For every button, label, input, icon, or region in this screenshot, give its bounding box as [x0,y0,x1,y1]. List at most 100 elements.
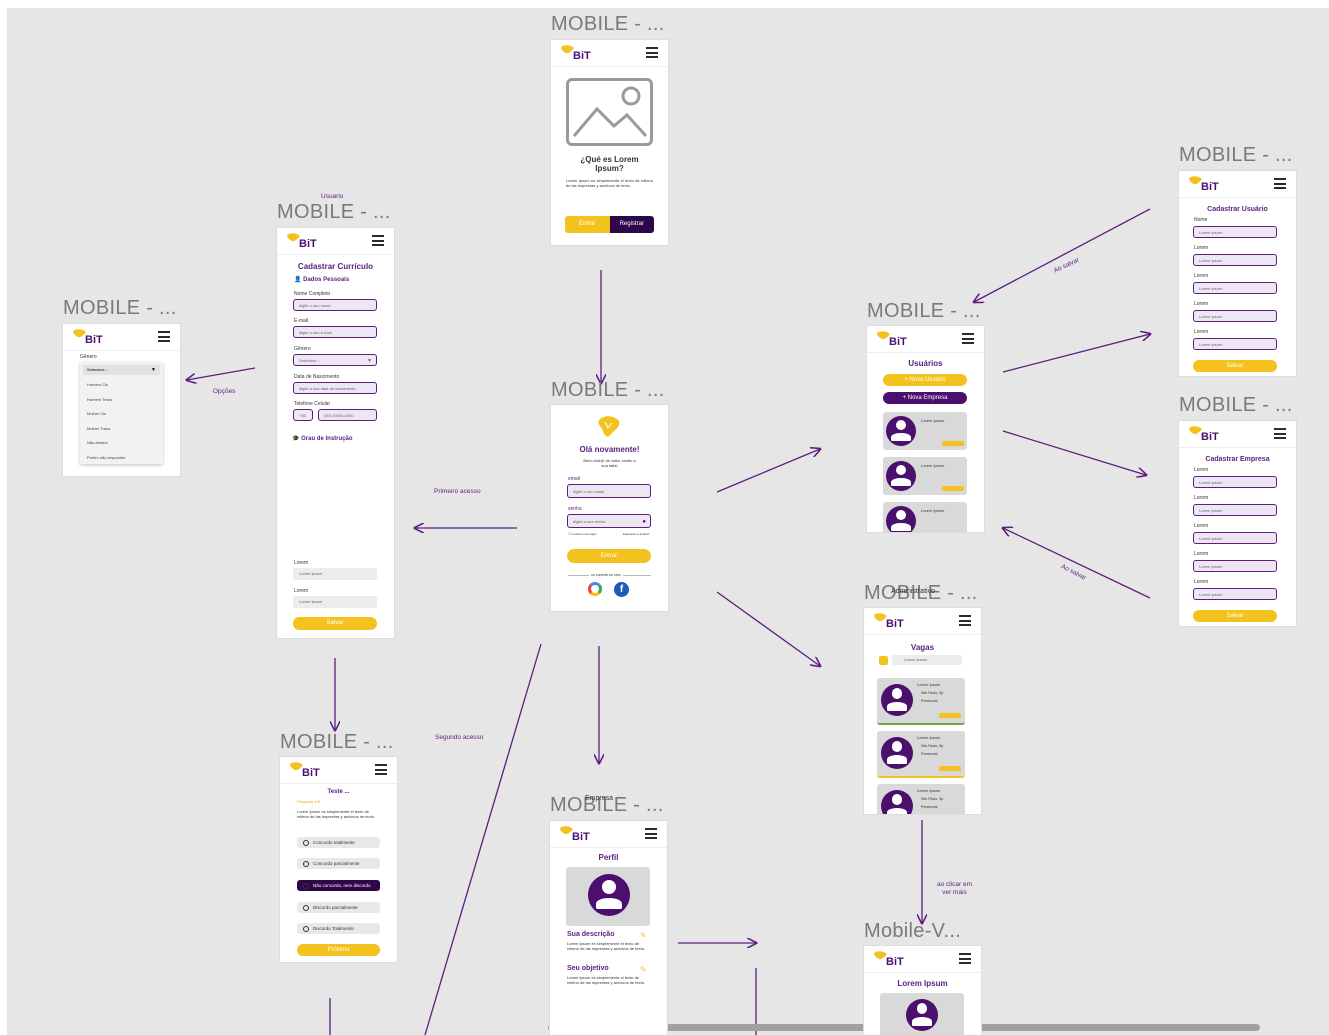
vaga-card[interactable]: Lorem Ipsum São Paulo, Sp Presencial [877,678,965,725]
menu-icon[interactable] [1274,178,1286,189]
dropdown-option[interactable]: Prefiro não responder [87,451,163,466]
menu-icon[interactable] [375,764,387,775]
genero-select[interactable]: Selecione... ▼ [293,354,377,366]
dropdown-option[interactable]: Não-binário [87,436,163,451]
facebook-icon[interactable]: f [614,582,629,597]
field-input[interactable]: Lorem Ipsum [1193,504,1277,516]
question-counter: Pergunta 1/5 [297,799,320,804]
field-input[interactable]: Lorem Ipsum [1193,282,1277,294]
user-card[interactable]: Lorem Ipsum [883,502,967,532]
bit-logo: BiT [558,825,602,843]
field-input[interactable]: Lorem Ipsum [1193,338,1277,350]
arrow-cadempresa-usuarios [1003,528,1151,599]
welcome-buttons: Entrar Registrar [565,216,654,233]
senha-input[interactable]: digite a sua senha ● [567,514,651,528]
lembrar-label: Lembrar meu login [571,532,597,536]
field-label: Lorem [1194,495,1209,501]
salvar-button[interactable]: Salvar [1193,610,1277,622]
note-primeiro-acesso: Primeiro acesso [434,488,481,495]
bit-logo: BiT [559,44,603,62]
edit-icon[interactable]: ✎ [640,965,647,974]
lembrar-checkbox[interactable]: ☐ Lembrar meu login [568,532,597,536]
section-label: Dados Pessoais [303,277,350,283]
lorem-input[interactable]: Lorem Ipsum [293,568,377,580]
frame-perfil: BiT Perfil Sua descrição ✎ Lorem Ipsum e… [550,821,667,1035]
field-input[interactable]: Lorem Ipsum [1193,560,1277,572]
search-input[interactable]: Lorem Ipsum [892,655,962,665]
dropdown-selected[interactable]: Selecione... ▼ [83,365,160,375]
bit-logo: BiT [1187,425,1231,443]
menu-icon[interactable] [962,333,974,344]
menu-icon[interactable] [646,47,658,58]
dropdown-option[interactable]: Mulher Trans [87,422,163,437]
note-segundo-acesso: Segundo acesso [435,734,484,741]
menu-icon[interactable] [1274,428,1286,439]
answer-option[interactable]: Discordo Totalmente [297,923,380,934]
curriculo-title: Cadastrar Currículo [297,262,374,271]
dropdown-option[interactable]: Homem Cis [87,378,163,393]
svg-text:BiT: BiT [302,767,320,779]
telefone-input[interactable]: (00) 00000-0000 [318,409,377,421]
design-canvas: Usuario Opções Primeiro acesso Segundo a… [7,8,1329,1035]
vaga-mode: Presencial [921,805,938,809]
answer-option-selected[interactable]: Não concordo, nem discordo [297,880,380,891]
email-input[interactable]: digite o seu e-mail [293,326,377,338]
top-bar: BiT [551,40,668,67]
field-input[interactable]: Lorem Ipsum [1193,476,1277,488]
novo-usuario-button[interactable]: + Novo Usuário [883,374,967,386]
menu-icon[interactable] [645,828,657,839]
field-input[interactable]: Lorem Ipsum [1193,310,1277,322]
eye-icon[interactable]: ● [642,515,646,529]
google-icon[interactable] [588,582,602,596]
user-card[interactable]: Lorem Ipsum [883,412,967,450]
dropdown-option[interactable]: Mulher Cis [87,407,163,422]
salvar-button[interactable]: Salvar [293,617,377,630]
ver-mais-badge[interactable] [942,441,964,446]
email-input[interactable]: digite o seu email [567,484,651,498]
ver-mais-badge[interactable] [939,713,961,718]
answer-option[interactable]: Discordo parcialmente [297,902,380,913]
nome-input[interactable]: digite o seu nome [293,299,377,311]
question-text: Lorem Ipsum es simplemente el texto de r… [297,809,376,819]
esqueci-senha-link[interactable]: Esqueceu a senha? [623,532,650,536]
nascimento-input[interactable]: digite a sua data de nascimento [293,382,377,394]
menu-icon[interactable] [959,615,971,626]
vaga-card[interactable]: Lorem Ipsum São Paulo, Sp Presencial [877,731,965,778]
note-opcoes: Opções [213,388,236,395]
menu-icon[interactable] [959,953,971,964]
bit-logo: BiT [288,761,332,779]
card-text: Lorem Ipsum [921,463,945,468]
entrar-button[interactable]: Entrar [567,549,651,563]
field-input[interactable]: Lorem Ipsum [1193,226,1277,238]
entrar-button[interactable]: Entrar [565,216,610,233]
menu-icon[interactable] [158,331,170,342]
field-input[interactable]: Lorem Ipsum [1193,532,1277,544]
menu-icon[interactable] [372,235,384,246]
svg-text:BiT: BiT [85,334,103,346]
user-card[interactable]: Lorem Ipsum [883,457,967,495]
field-input[interactable]: Lorem Ipsum [1193,254,1277,266]
senha-label: senha [568,506,582,512]
ver-mais-badge[interactable] [942,486,964,491]
edit-icon[interactable]: ✎ [640,931,647,940]
answer-option[interactable]: Concordo totalmente [297,837,380,848]
frame-cadastrar-curriculo: BiT Cadastrar Currículo 👤 Dados Pessoais… [277,228,394,638]
answer-option[interactable]: Concordo parcialmente [297,858,380,869]
ver-mais-badge[interactable] [939,766,961,771]
arrow-curriculo-opcoes [187,367,256,380]
welcome-title: ¿Qué es Lorem Ipsum? [580,155,639,173]
dropdown-option[interactable]: Homem Trans [87,393,163,408]
salvar-button[interactable]: Salvar [1193,360,1277,372]
vaga-card[interactable]: Lorem Ipsum São Paulo, Sp Presencial [877,784,965,814]
nova-empresa-button[interactable]: + Nova Empresa [883,392,967,404]
dados-pessoais-heading: 👤 Dados Pessoais [294,276,349,283]
filter-icon[interactable] [879,656,888,665]
registrar-button[interactable]: Registrar [609,216,654,233]
lorem-input[interactable]: Lorem Ipsum [293,596,377,608]
genero-dropdown[interactable]: Selecione... ▼ Homem Cis Homem Trans Mulher… [80,362,163,464]
proximo-button[interactable]: Próximo [297,944,380,956]
section-label: Grau de Instrução [301,436,353,442]
field-input[interactable]: Lorem Ipsum [1193,588,1277,600]
login-subtitle: Bem-vind@ de volta, sentiu a sua falta! [583,458,636,468]
ddd-input[interactable]: +55 [293,409,313,421]
